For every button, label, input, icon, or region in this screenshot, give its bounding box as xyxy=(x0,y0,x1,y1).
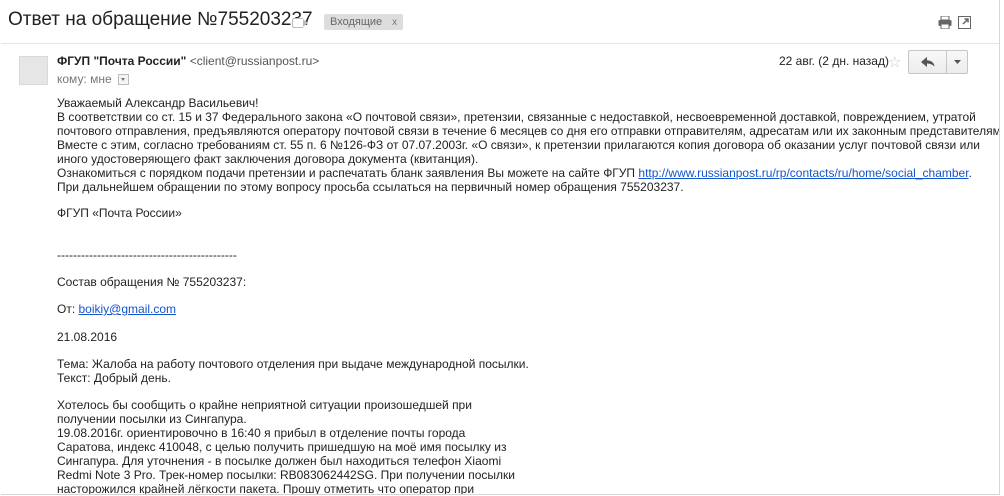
request-story: Хотелось бы сообщить о крайне неприятной… xyxy=(57,398,515,495)
social-chamber-link[interactable]: http://www.russianpost.ru/rp/contacts/ru… xyxy=(638,166,968,180)
message-body-para1: Уважаемый Александр Васильевич! В соотве… xyxy=(57,96,1000,194)
body-line: При дальнейшем обращении по этому вопрос… xyxy=(57,180,684,194)
label-tag-icon[interactable] xyxy=(292,18,308,28)
separator-line: ----------------------------------------… xyxy=(57,248,237,262)
chevron-down-icon xyxy=(953,60,961,64)
story-line: насторожился крайней лёгкости пакета. Пр… xyxy=(57,482,475,495)
request-date: 21.08.2016 xyxy=(57,330,118,344)
request-topic-block: Тема: Жалоба на работу почтового отделен… xyxy=(57,357,529,385)
reply-button[interactable] xyxy=(908,50,947,74)
more-actions-button[interactable] xyxy=(947,50,968,74)
print-icon[interactable] xyxy=(938,15,952,34)
sender-name[interactable]: ФГУП "Почта России" xyxy=(57,54,186,68)
story-line: Redmi Note 3 Pro. Трек-номер посылки: RB… xyxy=(57,468,515,482)
signature: ФГУП «Почта России» xyxy=(57,206,182,220)
message-date[interactable]: 22 авг. (2 дн. назад) xyxy=(779,54,889,68)
inbox-label-text: Входящие xyxy=(330,16,383,28)
story-line: получении посылки из Сингапура. xyxy=(57,412,247,426)
inbox-label-chip[interactable]: Входящие x xyxy=(324,14,404,30)
body-line: Вместе с этим, согласно требованиям ст. … xyxy=(57,138,980,152)
body-line-with-link: Ознакомиться с порядком подачи претензии… xyxy=(57,166,999,180)
show-details-button[interactable] xyxy=(117,73,129,85)
story-line: 19.08.2016г. ориентировочно в 16:40 я пр… xyxy=(57,426,466,440)
sender-line: ФГУП "Почта России" <client@russianpost.… xyxy=(57,54,319,68)
greeting: Уважаемый Александр Васильевич! xyxy=(57,96,259,110)
request-topic: Тема: Жалоба на работу почтового отделен… xyxy=(57,357,529,371)
request-title: Состав обращения № 755203237: xyxy=(57,275,247,289)
request-text-label: Текст: Добрый день. xyxy=(57,371,171,385)
email-subject: Ответ на обращение №755203237 xyxy=(8,9,313,30)
recipient-label: кому: мне xyxy=(57,72,112,86)
body-line: В соответствии со ст. 15 и 37 Федерально… xyxy=(57,110,976,124)
story-line: Хотелось бы сообщить о крайне неприятной… xyxy=(57,398,472,412)
body-text: Ознакомиться с порядком подачи претензии… xyxy=(57,166,639,180)
subject-bar: Ответ на обращение №755203237 Входящие x xyxy=(1,0,999,44)
sender-avatar xyxy=(19,56,48,85)
story-line: Саратова, индекс 410048, с целью получит… xyxy=(57,440,507,454)
reply-button-group xyxy=(908,50,968,74)
recipient-line: кому: мне xyxy=(57,72,129,86)
body-line: иного удостоверяющего факт заключения до… xyxy=(57,152,479,166)
from-email-link[interactable]: boikiy@gmail.com xyxy=(79,302,177,316)
header-divider xyxy=(1,43,999,44)
remove-label-button[interactable]: x xyxy=(392,17,397,28)
email-view: Ответ на обращение №755203237 Входящие x… xyxy=(1,0,1000,495)
new-window-icon[interactable] xyxy=(958,16,971,34)
body-text: . xyxy=(968,166,972,180)
story-line: Сингапура. Для уточнения - в посылке дол… xyxy=(57,454,502,468)
body-line: почтового отправления, предъявляются опе… xyxy=(57,124,1000,138)
sender-email: <client@russianpost.ru> xyxy=(189,54,320,68)
reply-icon xyxy=(920,57,934,67)
from-label: От: xyxy=(57,302,79,316)
star-icon[interactable]: ☆ xyxy=(888,53,901,71)
request-from: От: boikiy@gmail.com xyxy=(57,302,176,316)
